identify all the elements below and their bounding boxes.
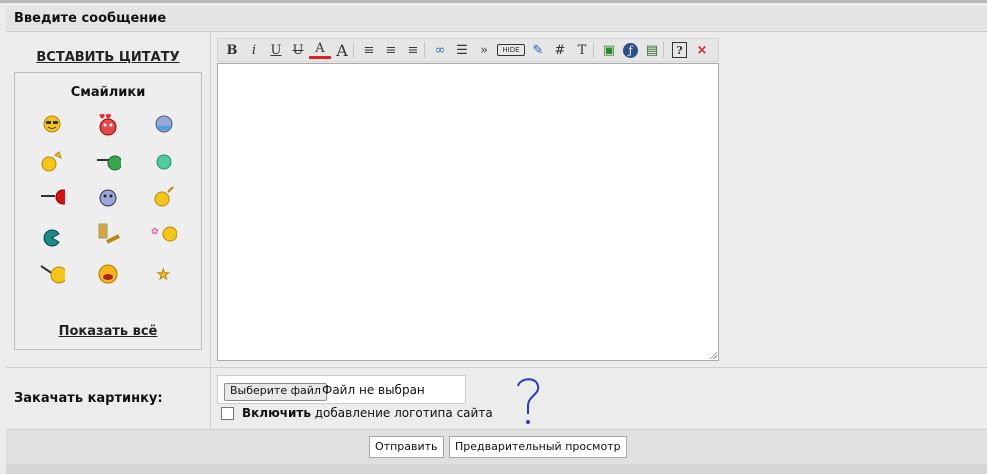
laughing-smiley-icon[interactable] [95,261,121,287]
edit-button[interactable]: ✎ [527,40,549,60]
svg-text:✿: ✿ [151,227,159,237]
love-smiley-icon[interactable]: ♥♥ [95,111,121,137]
image-button[interactable]: ▣ [598,40,620,60]
file-input: Выберите файл Файл не выбран [217,375,466,404]
video-button[interactable]: ▤ [641,40,663,60]
choose-file-button[interactable]: Выберите файл [224,383,327,401]
logo-option-bold: Включить [242,406,311,420]
question-mark-icon [514,376,544,431]
upload-row: Закачать картинку: Выберите файл Файл не… [6,367,987,430]
submit-button[interactable]: Отправить [369,436,444,458]
align-left-button[interactable]: ≡ [358,40,380,60]
smilies-title: Смайлики [70,85,146,100]
star-smiley-icon[interactable]: ★ [151,261,177,287]
logo-option: Включить добавление логотипа сайта [221,406,493,420]
align-center-button[interactable]: ≡ [380,40,402,60]
hooray-smiley-icon[interactable] [151,184,177,210]
clapping-smiley-icon[interactable] [95,221,121,247]
preview-button[interactable]: Предварительный просмотр [449,436,627,458]
show-all-smilies-link[interactable]: Показать всё [15,324,201,339]
column-divider [210,368,211,430]
form-actions: Отправить Предварительный просмотр [6,429,987,464]
align-right-button[interactable]: ≡ [402,40,424,60]
insert-quote-link[interactable]: ВСТАВИТЬ ЦИТАТУ [6,50,210,65]
form-header: Введите сообщение [6,6,987,32]
cool-smiley-icon[interactable] [39,111,65,137]
toolbar-separator [663,42,668,58]
smilies-box: Смайлики ♥♥ ✿ ★ Показать всё [14,72,202,350]
editor-panel: B i U U A A ≡ ≡ ≡ ∞ ☰ » HIDE ✎ # T ▣ ƒ ▤… [211,32,987,366]
link-button[interactable]: ∞ [429,40,451,60]
jumping-smiley-icon[interactable] [39,261,65,287]
crying-smiley-icon[interactable] [151,111,177,137]
message-textarea[interactable] [217,63,719,361]
close-icon[interactable]: × [691,40,713,60]
text-color-button[interactable]: A [309,41,331,59]
hash-button[interactable]: # [549,40,571,60]
font-size-button[interactable]: A [331,40,353,60]
pac-smiley-icon[interactable] [39,225,65,251]
format-toolbar: B i U U A A ≡ ≡ ≡ ∞ ☰ » HIDE ✎ # T ▣ ƒ ▤… [217,38,719,62]
logo-option-text: добавление логотипа сайта [310,406,493,420]
left-panel: ВСТАВИТЬ ЦИТАТУ Смайлики ♥♥ ✿ ★ Показать… [6,32,211,366]
bold-button[interactable]: B [221,40,243,60]
file-status: Файл не выбран [322,383,425,397]
flash-button[interactable]: ƒ [623,42,638,58]
help-button[interactable]: ? [672,42,687,58]
form-footer [6,464,987,474]
thinking-smiley-icon[interactable] [39,149,65,175]
list-button[interactable]: ☰ [451,40,473,60]
confused-smiley-icon[interactable] [95,184,121,210]
flower-smiley-icon[interactable]: ✿ [151,221,177,247]
message-form: Введите сообщение ВСТАВИТЬ ЦИТАТУ Смайли… [0,0,987,474]
pacman-smiley-icon[interactable] [39,184,65,210]
strikethrough-button[interactable]: U [287,40,309,60]
resize-grip-icon[interactable] [709,351,717,359]
sniper-smiley-icon[interactable] [95,149,121,175]
logo-checkbox[interactable] [221,406,234,420]
text-button[interactable]: T [571,40,593,60]
hide-button[interactable]: HIDE [497,44,525,56]
italic-button[interactable]: i [243,40,265,60]
underline-button[interactable]: U [265,40,287,60]
svg-text:★: ★ [157,267,170,283]
upload-label: Закачать картинку: [14,391,163,406]
plain-smiley-icon[interactable] [151,149,177,175]
quote-button[interactable]: » [473,40,495,60]
form-title: Введите сообщение [14,11,167,26]
